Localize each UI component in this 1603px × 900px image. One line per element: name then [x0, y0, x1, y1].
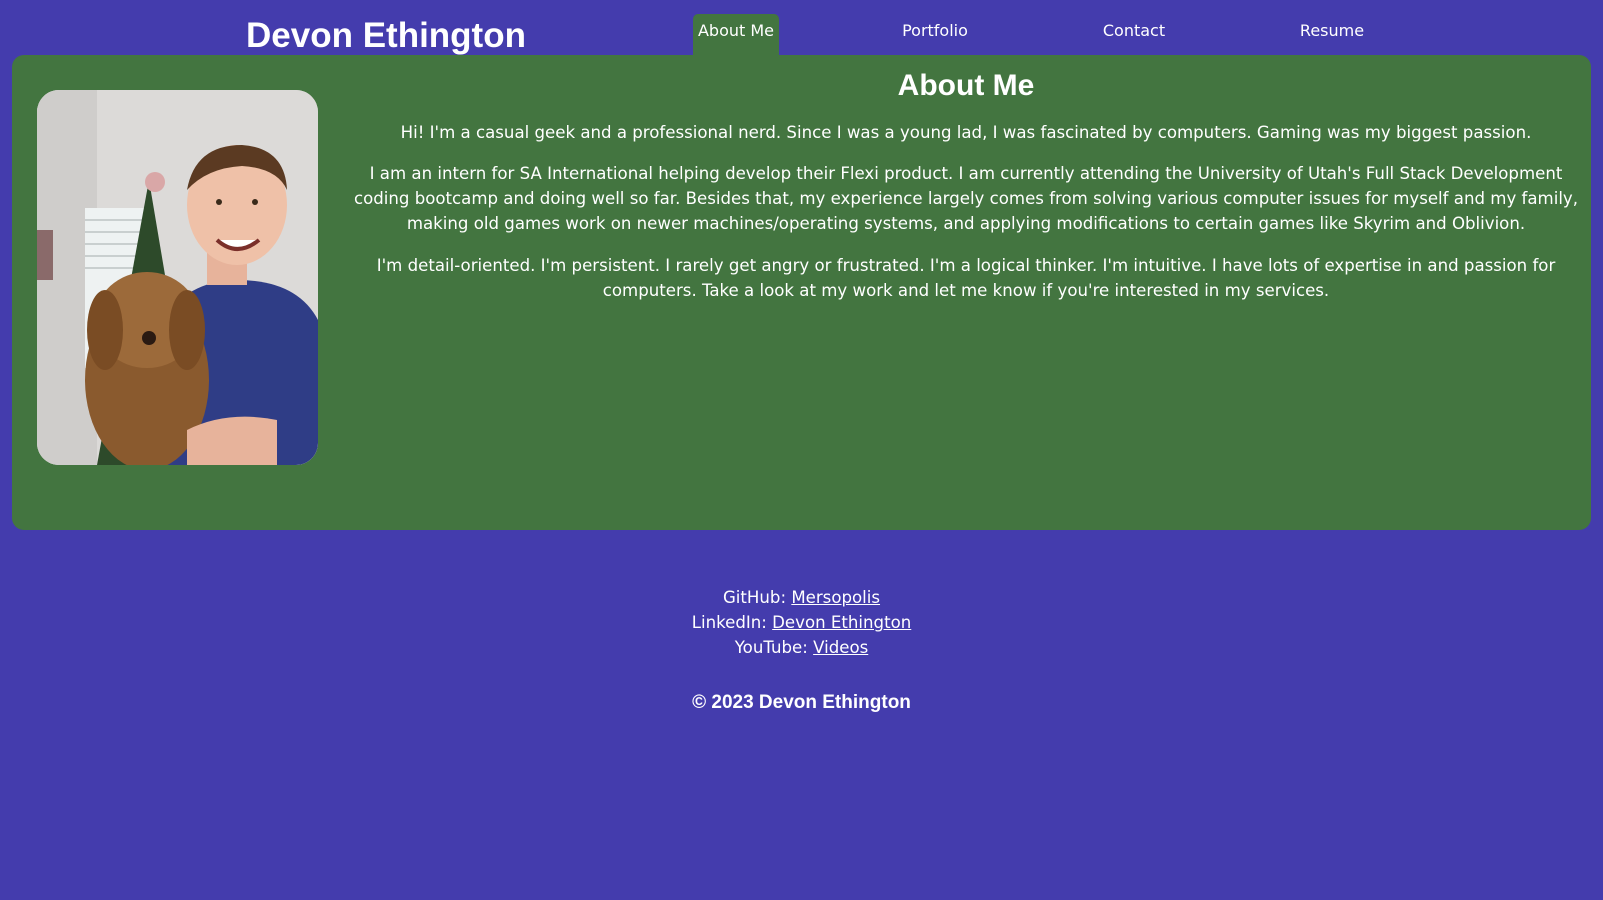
about-paragraph-intro: Hi! I'm a casual geek and a professional… [400, 123, 1532, 142]
nav-tab-portfolio[interactable]: Portfolio [893, 14, 977, 55]
site-footer: GitHub: Mersopolis LinkedIn: Devon Ethin… [0, 585, 1603, 715]
nav-tab-contact[interactable]: Contact [1092, 14, 1176, 55]
nav-tab-about-me[interactable]: About Me [693, 14, 779, 55]
about-content: About Me Hi! I'm a casual geek and a pro… [342, 55, 1590, 303]
youtube-line: YouTube: Videos [0, 635, 1603, 660]
about-paragraph-traits: I'm detail-oriented. I'm persistent. I r… [376, 256, 1556, 300]
youtube-link[interactable]: Videos [813, 638, 868, 657]
nav-tab-resume[interactable]: Resume [1290, 14, 1374, 55]
linkedin-line: LinkedIn: Devon Ethington [0, 610, 1603, 635]
github-label: GitHub: [722, 588, 787, 607]
linkedin-link[interactable]: Devon Ethington [772, 613, 911, 632]
profile-photo [37, 90, 318, 465]
linkedin-label: LinkedIn: [691, 613, 767, 632]
github-line: GitHub: Mersopolis [0, 585, 1603, 610]
site-title: Devon Ethington [246, 16, 526, 55]
github-link[interactable]: Mersopolis [791, 588, 880, 607]
copyright: © 2023 Devon Ethington [692, 692, 911, 713]
about-paragraph-experience: I am an intern for SA International help… [353, 164, 1579, 233]
section-heading: About Me [897, 69, 1035, 102]
about-section: About Me Hi! I'm a casual geek and a pro… [12, 55, 1591, 530]
youtube-label: YouTube: [734, 638, 808, 657]
site-header: Devon Ethington About Me Portfolio Conta… [0, 0, 1603, 55]
